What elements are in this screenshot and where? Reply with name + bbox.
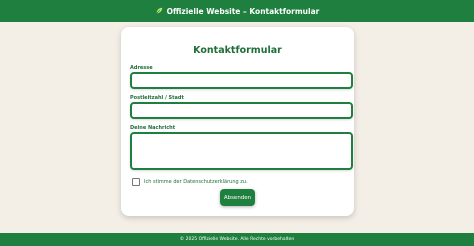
contact-form-card: Kontaktformular Adresse Postleitzahl / S… (121, 27, 354, 216)
address-label: Adresse (130, 65, 153, 71)
consent-checkbox[interactable] (132, 178, 140, 186)
site-title: Offizielle Website – Kontaktformular (166, 6, 320, 16)
message-textarea[interactable] (130, 132, 353, 170)
postal-city-input[interactable] (130, 102, 353, 119)
postal-city-label: Postleitzahl / Stadt (130, 95, 184, 101)
site-header: Offizielle Website – Kontaktformular (0, 0, 474, 22)
consent-row: Ich stimme der Datenschutzerklärung zu. (132, 178, 248, 186)
consent-label: Ich stimme der Datenschutzerklärung zu. (144, 179, 248, 185)
address-input[interactable] (130, 72, 353, 89)
copyright-text: © 2025 Offizielle Website. Alle Rechte v… (179, 237, 295, 242)
message-label: Deine Nachricht (130, 125, 176, 131)
form-title: Kontaktformular (193, 45, 282, 56)
leaf-icon (155, 7, 163, 15)
site-footer: © 2025 Offizielle Website. Alle Rechte v… (0, 233, 474, 246)
submit-button[interactable]: Absenden (220, 189, 255, 206)
